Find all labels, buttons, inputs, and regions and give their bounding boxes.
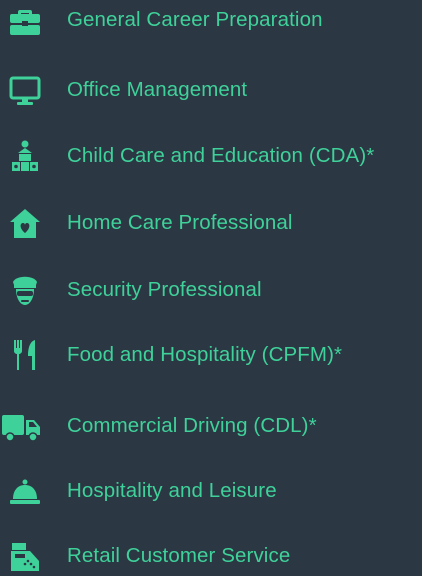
program-item-security-professional[interactable]: Security Professional (0, 270, 422, 310)
program-label: Commercial Driving (CDL)* (67, 414, 317, 437)
desktop-monitor-icon (8, 73, 42, 107)
home-heart-icon (8, 206, 42, 240)
truck-icon (2, 409, 42, 443)
program-label: General Career Preparation (67, 8, 323, 31)
cash-register-icon (8, 539, 42, 573)
program-item-food-and-hospitality[interactable]: Food and Hospitality (CPFM)* (0, 335, 422, 375)
program-item-office-management[interactable]: Office Management (0, 70, 422, 110)
program-label: Child Care and Education (CDA)* (67, 144, 375, 167)
program-item-commercial-driving[interactable]: Commercial Driving (CDL)* (0, 406, 422, 446)
program-label: Office Management (67, 78, 248, 101)
service-bell-icon (8, 474, 42, 508)
program-list: General Career Preparation Office Manage… (0, 0, 422, 571)
program-label: Hospitality and Leisure (67, 479, 277, 502)
program-item-retail-customer-service[interactable]: Retail Customer Service (0, 536, 422, 576)
program-item-general-career-preparation[interactable]: General Career Preparation (0, 0, 422, 40)
security-guard-icon (8, 273, 42, 307)
program-item-home-care-professional[interactable]: Home Care Professional (0, 203, 422, 243)
program-item-child-care-and-education[interactable]: Child Care and Education (CDA)* (0, 136, 422, 176)
fork-knife-icon (8, 338, 42, 372)
program-label: Retail Customer Service (67, 544, 291, 567)
program-label: Security Professional (67, 278, 262, 301)
program-label: Home Care Professional (67, 211, 293, 234)
child-blocks-icon (8, 139, 42, 173)
program-item-hospitality-and-leisure[interactable]: Hospitality and Leisure (0, 471, 422, 511)
program-label: Food and Hospitality (CPFM)* (67, 343, 343, 366)
briefcase-icon (8, 3, 42, 37)
